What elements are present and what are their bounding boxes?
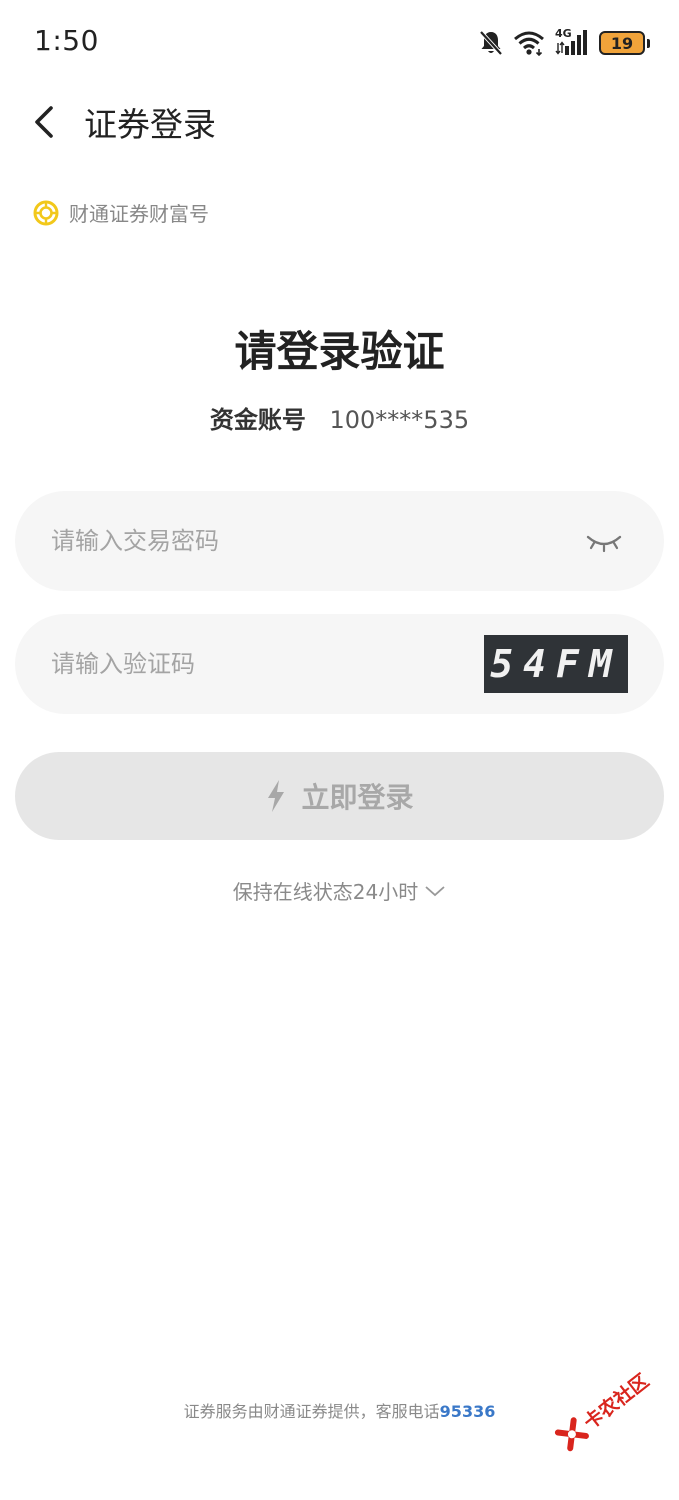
account-label: 资金账号 xyxy=(209,406,306,434)
login-page: 1:50 4G 19 证券登录 财通证券财富号 请登录验证 资金账号 100**… xyxy=(0,0,679,1500)
signal-4g-icon: 4G xyxy=(555,27,589,57)
password-field xyxy=(15,491,664,591)
back-button[interactable] xyxy=(22,100,66,144)
status-time: 1:50 xyxy=(34,24,99,57)
brand-logo-icon xyxy=(33,200,59,225)
status-bar: 1:50 4G 19 xyxy=(0,0,679,84)
wifi-icon xyxy=(513,30,545,56)
battery-icon: 19 xyxy=(599,31,650,55)
account-row: 资金账号 100****535 xyxy=(0,400,679,435)
eye-closed-icon xyxy=(586,535,622,553)
login-button-label: 立即登录 xyxy=(301,781,414,814)
page-title: 证券登录 xyxy=(84,105,216,144)
watermark-text: 卡农社区 xyxy=(579,1369,653,1434)
keep-online-label: 保持在线状态24小时 xyxy=(232,880,419,904)
chevron-left-icon xyxy=(35,106,53,138)
service-phone-link[interactable]: 95336 xyxy=(440,1402,496,1421)
captcha-input[interactable] xyxy=(51,614,471,714)
battery-level: 19 xyxy=(610,33,634,53)
footer-text: 证券服务由财通证券提供，客服电话 xyxy=(183,1402,440,1421)
nav-bar: 证券登录 xyxy=(0,90,679,154)
toggle-password-visibility-button[interactable] xyxy=(584,525,624,557)
bell-off-icon xyxy=(479,30,503,56)
password-input[interactable] xyxy=(51,491,471,591)
account-value: 100****535 xyxy=(329,406,470,434)
brand-label: 财通证券财富号 xyxy=(69,202,209,226)
lightning-icon xyxy=(268,780,285,812)
status-icons: 4G 19 xyxy=(479,26,650,60)
chevron-down-icon xyxy=(425,885,445,896)
login-button[interactable]: 立即登录 xyxy=(15,752,664,840)
captcha-image[interactable]: 54FM xyxy=(484,635,628,693)
brand-row: 财通证券财富号 xyxy=(33,198,209,227)
keep-online-dropdown[interactable]: 保持在线状态24小时 xyxy=(0,876,679,905)
login-headline: 请登录验证 xyxy=(234,327,445,376)
captcha-field: 54FM xyxy=(15,614,664,714)
